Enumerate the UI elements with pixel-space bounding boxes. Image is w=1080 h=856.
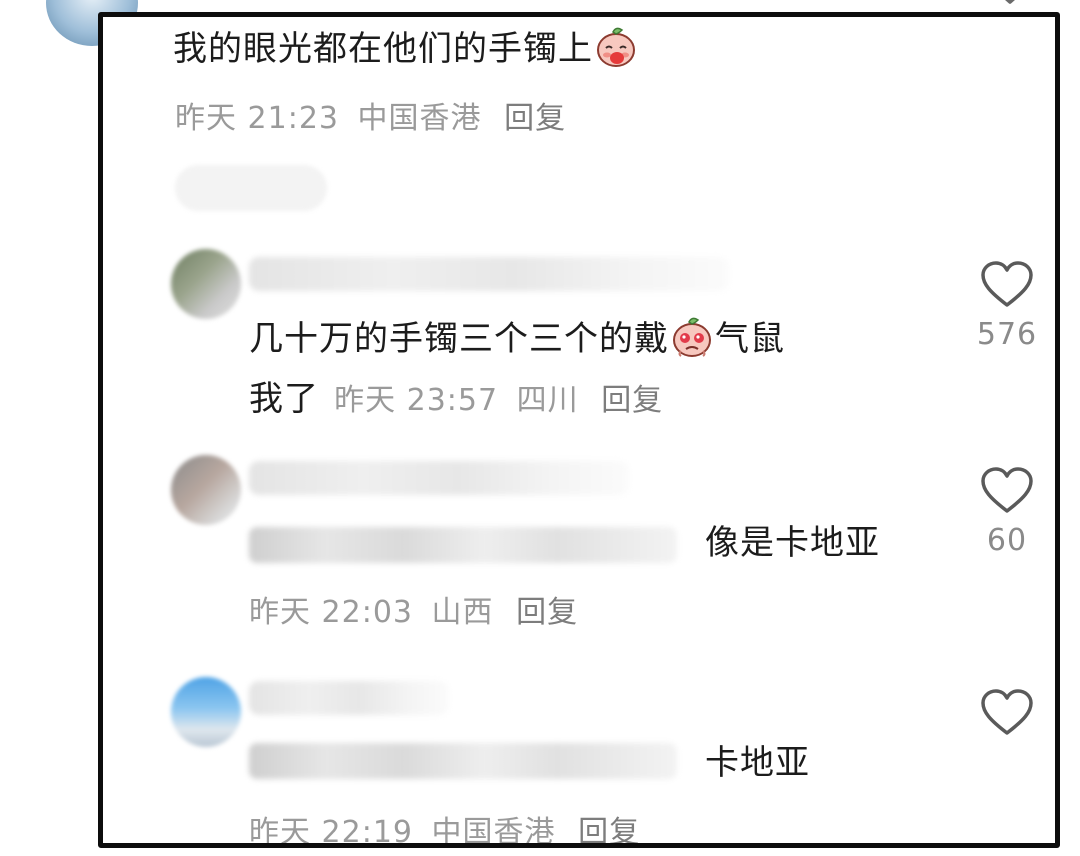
commenter-3-avatar[interactable] xyxy=(171,455,241,525)
comment-2-text-line2: 我了 xyxy=(249,379,319,419)
commenter-2-name[interactable] xyxy=(249,257,729,291)
comment-1-meta: 昨天 21:23 中国香港 回复 xyxy=(175,93,566,137)
comment-3-time: 昨天 22:03 xyxy=(249,595,413,630)
commenter-3-name[interactable] xyxy=(249,461,629,495)
comment-2-location: 四川 xyxy=(516,383,579,418)
commenter-4-name[interactable] xyxy=(249,681,449,715)
comment-2-time: 昨天 23:57 xyxy=(334,383,499,418)
heart-outline-icon[interactable] xyxy=(980,689,1034,737)
comment-3-hidden-text xyxy=(249,527,677,563)
comment-list-frame: 我的眼光都在他们的手镯上 昨天 21:23 中国香港 回复 几十万的手镯三个三个… xyxy=(98,12,1060,848)
comment-4-like[interactable] xyxy=(967,689,1047,737)
comment-2-reply-button[interactable]: 回复 xyxy=(601,383,663,418)
heart-outline-icon[interactable] xyxy=(980,467,1034,515)
comment-3-meta: 昨天 22:03 山西 回复 xyxy=(249,587,578,631)
blush-emoji-icon xyxy=(595,24,637,68)
comment-1-reply-button[interactable]: 回复 xyxy=(504,101,566,136)
chevron-down-icon[interactable] xyxy=(990,0,1030,12)
comment-4-meta: 昨天 22:19 中国香港 回复 xyxy=(249,807,640,848)
comment-2-second-line: 我了 昨天 23:57 四川 回复 xyxy=(249,373,663,425)
comment-1-text: 我的眼光都在他们的手镯上 xyxy=(173,23,639,75)
commenter-2-avatar[interactable] xyxy=(171,249,241,319)
comment-4-location: 中国香港 xyxy=(431,815,556,848)
comment-3-like-count: 60 xyxy=(986,523,1028,558)
comment-3-reply-button[interactable]: 回复 xyxy=(516,595,578,630)
comment-3-like[interactable]: 60 xyxy=(967,467,1047,558)
heart-outline-icon[interactable] xyxy=(980,261,1034,309)
comment-4-reply-button[interactable]: 回复 xyxy=(578,815,640,843)
comment-2-text: 几十万的手镯三个三个的戴 气鼠 xyxy=(249,313,949,365)
comment-3-text: 像是卡地亚 xyxy=(705,523,880,563)
comment-4-text: 卡地亚 xyxy=(705,743,810,783)
comment-4-time: 昨天 22:19 xyxy=(249,815,413,848)
commenter-4-avatar[interactable] xyxy=(171,677,241,747)
comment-1-location: 中国香港 xyxy=(357,101,482,136)
comment-1-time: 昨天 21:23 xyxy=(175,101,339,136)
comment-4-hidden-text xyxy=(249,743,677,779)
comment-2-like[interactable]: 576 xyxy=(967,261,1047,352)
comment-3-location: 山西 xyxy=(431,595,494,630)
expand-replies-button[interactable] xyxy=(175,165,327,211)
comment-2-like-count: 576 xyxy=(976,317,1038,352)
pleading-emoji-icon xyxy=(671,314,713,358)
